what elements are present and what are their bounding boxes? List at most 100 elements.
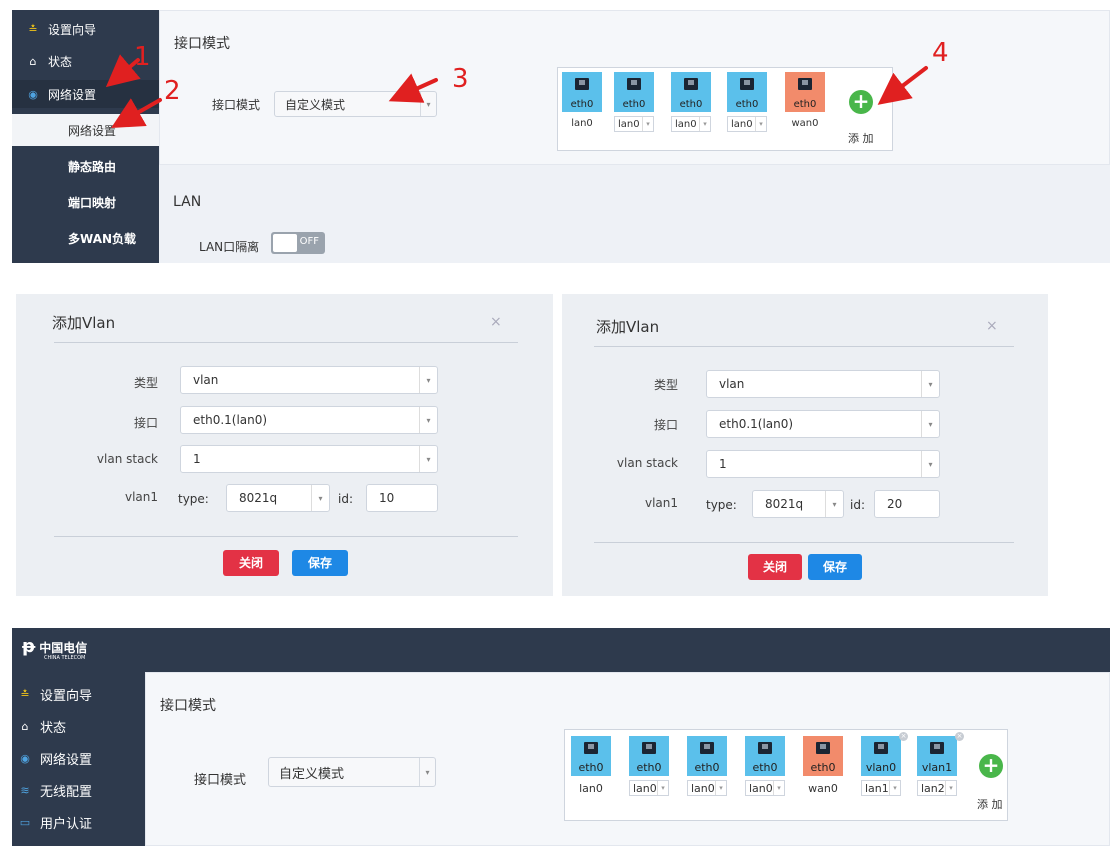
sidebar-item-network[interactable]: ◉ 网络设置 [12,80,159,108]
toggle-text: OFF [299,236,319,247]
sidebar-subitem-static-route[interactable]: 静态路由 [12,152,159,180]
divider [594,542,1014,543]
port-assign-select[interactable]: lan2 ▾ [917,780,957,796]
interface-mode-card: 接口模式 接口模式 自定义模式 ▾ eth0 lan0 eth0 lan0 ▾ e… [159,10,1110,165]
port-assign-select[interactable]: lan0 ▾ [629,780,669,796]
type-label: 类型 [653,378,678,392]
port-assign-select[interactable]: lan0 ▾ [727,116,767,132]
chevron-down-icon: ▾ [642,117,653,131]
save-button[interactable]: 保存 [808,554,862,580]
ethernet-port-icon: eth0 [687,736,727,776]
port-eth0-2: eth0 lan0 ▾ [614,72,654,136]
ethernet-port-icon: eth0 [571,736,611,776]
section-title: 接口模式 [174,36,230,52]
port-assign-select[interactable]: lan0 ▾ [687,780,727,796]
type-select[interactable]: vlan ▾ [180,366,438,394]
annotation-number: 2 [164,76,181,106]
sidebar-item-label: 状态 [48,54,73,69]
content-area: 接口模式 接口模式 自定义模式 ▾ eth0 lan0 eth0 lan0 ▾ e… [145,672,1110,846]
port-assign-select[interactable]: lan0 ▾ [614,116,654,132]
vlan-id-input[interactable]: 20 [874,490,940,518]
sidebar-subitem-network-settings[interactable]: 网络设置 [12,114,159,146]
chevron-down-icon: ▾ [419,407,437,433]
divider [54,342,518,343]
sidebar-subitem-multi-wan[interactable]: 多WAN负载 [12,224,159,252]
ethernet-port-icon: vlan0 [861,736,901,776]
chevron-down-icon: ▾ [773,781,784,795]
ethernet-port-icon: eth0 [727,72,767,112]
close-icon[interactable]: × [490,314,502,330]
chevron-down-icon: ▾ [419,758,435,786]
port-assign-label: lan0 [579,782,603,795]
sidebar-subitem-port-mapping[interactable]: 端口映射 [12,188,159,216]
sidebar-item-auth[interactable]: ▭ 用户认证 [12,810,145,834]
chevron-down-icon: ▾ [889,781,900,795]
port-vlan1: vlan1 lan2 ▾ [917,736,957,806]
lan-isolation-toggle[interactable]: OFF [271,232,325,254]
close-icon[interactable]: × [986,318,998,334]
port-assign-select[interactable]: lan0 ▾ [745,780,785,796]
mode-select[interactable]: 自定义模式 ▾ [274,91,437,117]
add-port-button[interactable]: + [979,754,1003,778]
add-port-label: 添 加 [977,798,1003,811]
port-eth0-1: eth0 lan0 [571,736,611,806]
sidebar-item-status[interactable]: ⌂ 状态 [12,714,145,738]
dialog-title: 添加Vlan [596,318,660,336]
save-button[interactable]: 保存 [292,550,348,576]
chevron-down-icon: ▾ [755,117,766,131]
vlan-stack-select[interactable]: 1 ▾ [180,445,438,473]
port-assign-select[interactable]: lan0 ▾ [671,116,711,132]
chevron-down-icon: ▾ [715,781,726,795]
vlan-stack-select[interactable]: 1 ▾ [706,450,940,478]
sidebar-item-label: 网络设置 [40,752,93,768]
ethernet-port-icon: eth0 [562,72,602,112]
lan-section-title: LAN [173,194,202,210]
top-bar: ᵽ 中国电信 CHINA TELECOM [12,628,1110,672]
chevron-down-icon: ▾ [825,491,843,517]
remove-port-icon[interactable]: × [955,732,964,741]
sidebar-item-label: 设置向导 [48,22,97,37]
add-port-label: 添 加 [848,132,874,145]
globe-icon: ◉ [20,751,30,765]
port-eth0-wan: eth0 wan0 [803,736,843,806]
add-port-button[interactable]: + [849,90,873,114]
interface-select[interactable]: eth0.1(lan0) ▾ [180,406,438,434]
ethernet-port-icon: eth0 [671,72,711,112]
chevron-down-icon: ▾ [921,451,939,477]
chevron-down-icon: ▾ [945,781,956,795]
sidebar-item-network[interactable]: ◉ 网络设置 [12,746,145,770]
annotation-number: 4 [932,38,949,68]
ethernet-port-icon: eth0 [785,72,825,112]
proto-select[interactable]: 8021q ▾ [226,484,330,512]
port-eth0-4: eth0 lan0 ▾ [727,72,767,136]
close-button[interactable]: 关闭 [223,550,279,576]
proto-select[interactable]: 8021q ▾ [752,490,844,518]
sidebar-item-wizard[interactable]: ≛ 设置向导 [12,682,145,706]
content-area: 接口模式 接口模式 自定义模式 ▾ eth0 lan0 eth0 lan0 ▾ e… [159,10,1110,263]
id-word: id: [850,498,865,512]
logo-text: 中国电信 [39,641,88,655]
wizard-icon: ≛ [28,22,38,36]
vlan-id-input[interactable]: 10 [366,484,438,512]
annotation-number: 3 [452,64,469,94]
sidebar-item-wireless[interactable]: ≋ 无线配置 [12,778,145,802]
sidebar-item-label: 用户认证 [40,816,93,832]
type-label: 类型 [133,376,158,390]
close-button[interactable]: 关闭 [748,554,802,580]
port-assign-label: wan0 [791,118,819,129]
logo: ᵽ 中国电信 CHINA TELECOM [22,636,87,661]
interface-select[interactable]: eth0.1(lan0) ▾ [706,410,940,438]
remove-port-icon[interactable]: × [899,732,908,741]
sidebar-item-label: 无线配置 [40,784,93,800]
port-assign-select[interactable]: lan1 ▾ [861,780,901,796]
port-box: eth0 lan0 eth0 lan0 ▾ eth0 lan0 ▾ eth0 lan… [564,729,1008,821]
sidebar-item-wizard[interactable]: ≛ 设置向导 [12,18,159,40]
type-word: type: [178,492,209,506]
home-icon: ⌂ [21,719,29,733]
type-select[interactable]: vlan ▾ [706,370,940,398]
sidebar-item-label: 网络设置 [48,87,97,102]
mode-select[interactable]: 自定义模式 ▾ [268,757,436,787]
interface-mode-card: 接口模式 接口模式 自定义模式 ▾ eth0 lan0 eth0 lan0 ▾ e… [145,672,1110,846]
sidebar-item-label: 网络设置 [68,123,117,138]
port-eth0-1: eth0 lan0 [562,72,602,136]
